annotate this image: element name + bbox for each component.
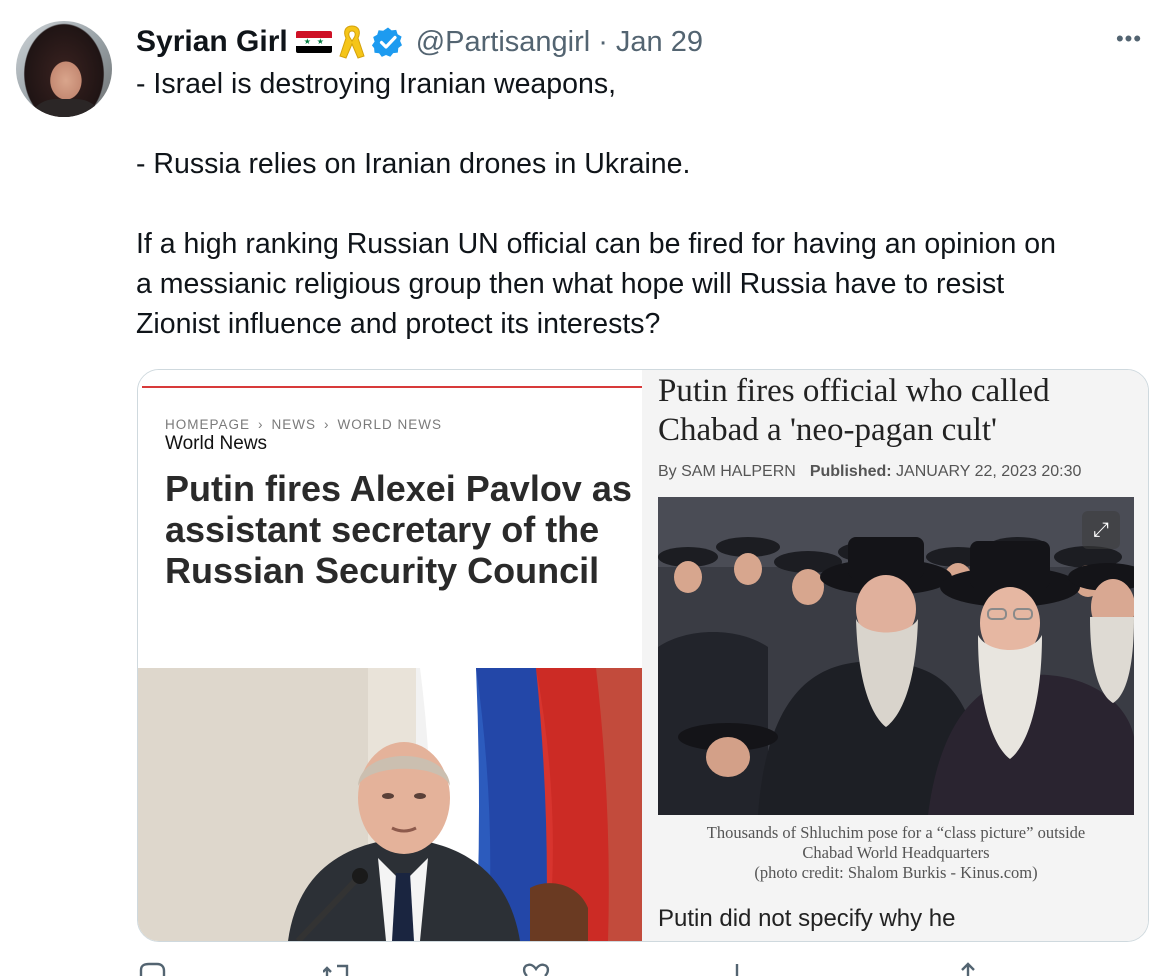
right-article-screenshot[interactable]: Putin fires official who called Chabad a… xyxy=(642,370,1148,941)
yellow-ribbon-icon xyxy=(339,25,365,59)
caption-line: Chabad World Headquarters xyxy=(802,843,990,862)
putin-photo-illustration xyxy=(138,668,642,941)
share-icon[interactable] xyxy=(953,962,983,976)
left-article-screenshot[interactable]: HOMEPAGE › NEWS › WORLD NEWS World News Puti… xyxy=(138,370,642,941)
expand-icon[interactable]: ⤢ xyxy=(1082,511,1120,549)
accent-rule xyxy=(142,386,642,388)
post-date[interactable]: Jan 29 xyxy=(616,26,703,59)
tweet-line: a messianic religious group then what ho… xyxy=(136,268,1005,300)
breadcrumb-item: NEWS xyxy=(271,417,317,432)
caption-line: Thousands of Shluchim pose for a “class … xyxy=(706,823,1086,842)
breadcrumb: HOMEPAGE › NEWS › WORLD NEWS xyxy=(165,417,442,432)
byline-label: Published: xyxy=(809,463,892,480)
chevron-right-icon: › xyxy=(258,417,264,432)
byline: By SAM HALPERN Published: JANUARY 22, 202… xyxy=(658,463,1081,481)
left-headline: Putin fires Alexei Pavlov as assistant s… xyxy=(165,468,632,591)
author-handle[interactable]: @Partisangirl xyxy=(416,26,591,59)
right-headline: Putin fires official who called Chabad a… xyxy=(658,373,1050,448)
chabad-photo-illustration xyxy=(658,497,1134,815)
author-avatar[interactable] xyxy=(16,21,112,117)
verified-badge-icon[interactable] xyxy=(371,26,404,58)
photo-caption: Thousands of Shluchim pose for a “class … xyxy=(658,823,1134,883)
like-icon[interactable] xyxy=(521,962,551,976)
byline-date: JANUARY 22, 2023 20:30 xyxy=(896,463,1082,480)
section-label: World News xyxy=(165,433,268,454)
avatar-shoulder xyxy=(26,99,106,117)
meta-separator: · xyxy=(598,25,608,58)
breadcrumb-item: WORLD NEWS xyxy=(337,417,443,432)
caption-line: (photo credit: Shalom Burkis - Kinus.com… xyxy=(754,863,1038,882)
tweet-line: Zionist influence and protect its intere… xyxy=(136,308,661,340)
tweet-line: If a high ranking Russian UN official ca… xyxy=(136,228,1056,260)
retweet-icon[interactable] xyxy=(323,962,353,976)
tweet-line-blank xyxy=(136,184,1136,224)
attached-media[interactable]: HOMEPAGE › NEWS › WORLD NEWS World News Puti… xyxy=(137,369,1149,942)
author-header: Syrian Girl ★ ★ @Partisangirl · Jan 29 xyxy=(136,22,703,62)
tweet-line-blank xyxy=(136,104,1136,144)
more-options-icon[interactable]: ••• xyxy=(1112,28,1146,50)
chevron-right-icon: › xyxy=(324,417,330,432)
putin-photo xyxy=(138,668,642,941)
article-snippet: Putin did not specify why he xyxy=(658,905,956,932)
byline-author: By SAM HALPERN xyxy=(658,463,796,480)
tweet-line: - Israel is destroying Iranian weapons, xyxy=(136,68,616,100)
chabad-photo: ⤢ xyxy=(658,497,1134,815)
views-icon[interactable] xyxy=(723,962,753,976)
author-name[interactable]: Syrian Girl xyxy=(136,25,288,59)
breadcrumb-item: HOMEPAGE xyxy=(165,417,251,432)
tweet-line: - Russia relies on Iranian drones in Ukr… xyxy=(136,148,691,180)
action-bar xyxy=(137,962,1037,976)
tweet-text: - Israel is destroying Iranian weapons, … xyxy=(136,64,1136,344)
syria-flag-icon: ★ ★ xyxy=(295,31,332,53)
reply-icon[interactable] xyxy=(137,962,167,976)
